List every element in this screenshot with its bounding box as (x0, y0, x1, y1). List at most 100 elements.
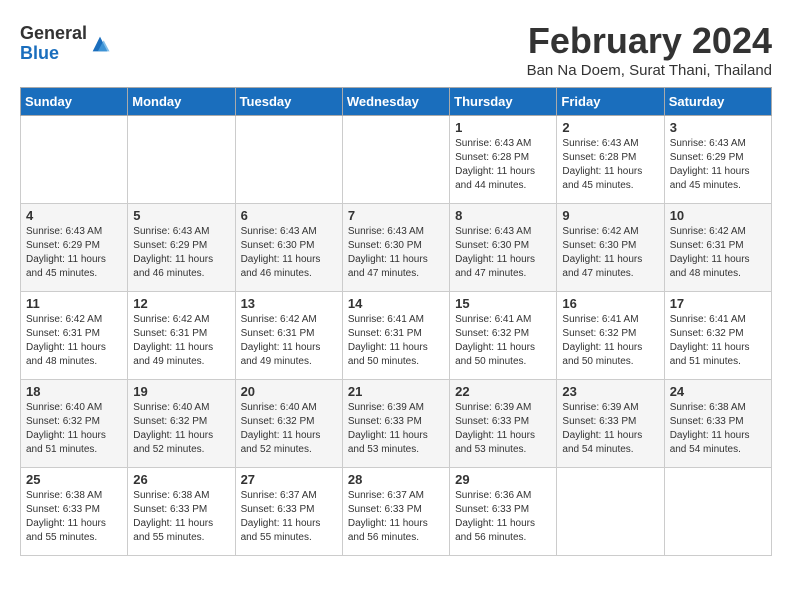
logo-general-text: General (20, 24, 87, 44)
calendar-day-cell: 21 Sunrise: 6:39 AM Sunset: 6:33 PM Dayli… (342, 380, 449, 468)
day-number: 24 (670, 384, 766, 399)
calendar-day-cell: 24 Sunrise: 6:38 AM Sunset: 6:33 PM Dayli… (664, 380, 771, 468)
day-info: Sunrise: 6:42 AM Sunset: 6:31 PM Dayligh… (133, 313, 229, 369)
weekday-header-cell: Tuesday (235, 88, 342, 116)
weekday-header-cell: Saturday (664, 88, 771, 116)
day-info: Sunrise: 6:40 AM Sunset: 6:32 PM Dayligh… (26, 401, 122, 457)
calendar-day-cell: 18 Sunrise: 6:40 AM Sunset: 6:32 PM Dayli… (21, 380, 128, 468)
calendar-day-cell: 5Sunrise: 6:43 AM Sunset: 6:29 PM Daylig… (128, 204, 235, 292)
day-info: Sunrise: 6:40 AM Sunset: 6:32 PM Dayligh… (133, 401, 229, 457)
day-number: 18 (26, 384, 122, 399)
day-info: Sunrise: 6:43 AM Sunset: 6:28 PM Dayligh… (455, 137, 551, 193)
day-number: 11 (26, 296, 122, 311)
day-number: 21 (348, 384, 444, 399)
calendar-day-cell: 12 Sunrise: 6:42 AM Sunset: 6:31 PM Dayli… (128, 292, 235, 380)
calendar-day-cell: 15 Sunrise: 6:41 AM Sunset: 6:32 PM Dayli… (450, 292, 557, 380)
day-info: Sunrise: 6:39 AM Sunset: 6:33 PM Dayligh… (455, 401, 551, 457)
day-number: 1 (455, 120, 551, 135)
calendar-table: SundayMondayTuesdayWednesdayThursdayFrid… (20, 87, 772, 556)
calendar-week-row: 25 Sunrise: 6:38 AM Sunset: 6:33 PM Dayli… (21, 468, 772, 556)
day-number: 17 (670, 296, 766, 311)
calendar-day-cell: 22 Sunrise: 6:39 AM Sunset: 6:33 PM Dayli… (450, 380, 557, 468)
day-info: Sunrise: 6:43 AM Sunset: 6:28 PM Dayligh… (562, 137, 658, 193)
day-number: 23 (562, 384, 658, 399)
day-info: Sunrise: 6:40 AM Sunset: 6:32 PM Dayligh… (241, 401, 337, 457)
location-title: Ban Na Doem, Surat Thani, Thailand (527, 62, 772, 79)
calendar-day-cell (664, 468, 771, 556)
weekday-header-row: SundayMondayTuesdayWednesdayThursdayFrid… (21, 88, 772, 116)
day-info: Sunrise: 6:43 AM Sunset: 6:30 PM Dayligh… (455, 225, 551, 281)
day-number: 28 (348, 472, 444, 487)
calendar-day-cell: 14 Sunrise: 6:41 AM Sunset: 6:31 PM Dayli… (342, 292, 449, 380)
calendar-body: 1 Sunrise: 6:43 AM Sunset: 6:28 PM Daylig… (21, 116, 772, 556)
calendar-day-cell: 19 Sunrise: 6:40 AM Sunset: 6:32 PM Dayli… (128, 380, 235, 468)
calendar-day-cell: 7Sunrise: 6:43 AM Sunset: 6:30 PM Daylig… (342, 204, 449, 292)
day-info: Sunrise: 6:42 AM Sunset: 6:31 PM Dayligh… (26, 313, 122, 369)
day-number: 25 (26, 472, 122, 487)
logo: General Blue (20, 24, 111, 64)
calendar-day-cell: 27 Sunrise: 6:37 AM Sunset: 6:33 PM Dayli… (235, 468, 342, 556)
calendar-day-cell: 3 Sunrise: 6:43 AM Sunset: 6:29 PM Daylig… (664, 116, 771, 204)
day-number: 27 (241, 472, 337, 487)
day-number: 6 (241, 208, 337, 223)
calendar-day-cell: 8Sunrise: 6:43 AM Sunset: 6:30 PM Daylig… (450, 204, 557, 292)
calendar-day-cell (342, 116, 449, 204)
day-info: Sunrise: 6:41 AM Sunset: 6:32 PM Dayligh… (562, 313, 658, 369)
day-number: 19 (133, 384, 229, 399)
day-info: Sunrise: 6:36 AM Sunset: 6:33 PM Dayligh… (455, 489, 551, 545)
weekday-header-cell: Friday (557, 88, 664, 116)
month-title: February 2024 (527, 20, 772, 62)
calendar-day-cell: 25 Sunrise: 6:38 AM Sunset: 6:33 PM Dayli… (21, 468, 128, 556)
calendar-day-cell (557, 468, 664, 556)
day-info: Sunrise: 6:37 AM Sunset: 6:33 PM Dayligh… (348, 489, 444, 545)
day-info: Sunrise: 6:42 AM Sunset: 6:31 PM Dayligh… (241, 313, 337, 369)
day-number: 9 (562, 208, 658, 223)
calendar-week-row: 4 Sunrise: 6:43 AM Sunset: 6:29 PM Daylig… (21, 204, 772, 292)
calendar-day-cell: 29 Sunrise: 6:36 AM Sunset: 6:33 PM Dayli… (450, 468, 557, 556)
day-info: Sunrise: 6:41 AM Sunset: 6:31 PM Dayligh… (348, 313, 444, 369)
day-number: 20 (241, 384, 337, 399)
day-number: 4 (26, 208, 122, 223)
calendar-day-cell: 17Sunrise: 6:41 AM Sunset: 6:32 PM Dayli… (664, 292, 771, 380)
day-number: 26 (133, 472, 229, 487)
calendar-day-cell: 6Sunrise: 6:43 AM Sunset: 6:30 PM Daylig… (235, 204, 342, 292)
calendar-day-cell: 9 Sunrise: 6:42 AM Sunset: 6:30 PM Daylig… (557, 204, 664, 292)
day-number: 10 (670, 208, 766, 223)
day-number: 5 (133, 208, 229, 223)
calendar-day-cell (21, 116, 128, 204)
calendar-day-cell: 26Sunrise: 6:38 AM Sunset: 6:33 PM Dayli… (128, 468, 235, 556)
day-info: Sunrise: 6:43 AM Sunset: 6:30 PM Dayligh… (348, 225, 444, 281)
day-info: Sunrise: 6:39 AM Sunset: 6:33 PM Dayligh… (348, 401, 444, 457)
day-info: Sunrise: 6:41 AM Sunset: 6:32 PM Dayligh… (455, 313, 551, 369)
weekday-header-cell: Thursday (450, 88, 557, 116)
weekday-header-cell: Wednesday (342, 88, 449, 116)
day-info: Sunrise: 6:42 AM Sunset: 6:30 PM Dayligh… (562, 225, 658, 281)
weekday-header-cell: Sunday (21, 88, 128, 116)
day-number: 14 (348, 296, 444, 311)
calendar-day-cell: 2Sunrise: 6:43 AM Sunset: 6:28 PM Daylig… (557, 116, 664, 204)
calendar-day-cell: 28 Sunrise: 6:37 AM Sunset: 6:33 PM Dayli… (342, 468, 449, 556)
calendar-day-cell: 13 Sunrise: 6:42 AM Sunset: 6:31 PM Dayli… (235, 292, 342, 380)
calendar-day-cell: 1 Sunrise: 6:43 AM Sunset: 6:28 PM Daylig… (450, 116, 557, 204)
day-info: Sunrise: 6:38 AM Sunset: 6:33 PM Dayligh… (26, 489, 122, 545)
calendar-week-row: 18 Sunrise: 6:40 AM Sunset: 6:32 PM Dayli… (21, 380, 772, 468)
calendar-week-row: 1 Sunrise: 6:43 AM Sunset: 6:28 PM Daylig… (21, 116, 772, 204)
day-number: 22 (455, 384, 551, 399)
calendar-day-cell: 20 Sunrise: 6:40 AM Sunset: 6:32 PM Dayli… (235, 380, 342, 468)
weekday-header-cell: Monday (128, 88, 235, 116)
day-info: Sunrise: 6:43 AM Sunset: 6:29 PM Dayligh… (670, 137, 766, 193)
day-number: 29 (455, 472, 551, 487)
day-number: 3 (670, 120, 766, 135)
day-info: Sunrise: 6:37 AM Sunset: 6:33 PM Dayligh… (241, 489, 337, 545)
day-number: 12 (133, 296, 229, 311)
logo-icon (89, 33, 111, 55)
title-area: February 2024 Ban Na Doem, Surat Thani, … (527, 20, 772, 79)
calendar-day-cell: 4 Sunrise: 6:43 AM Sunset: 6:29 PM Daylig… (21, 204, 128, 292)
day-number: 13 (241, 296, 337, 311)
calendar-day-cell: 16 Sunrise: 6:41 AM Sunset: 6:32 PM Dayli… (557, 292, 664, 380)
day-info: Sunrise: 6:43 AM Sunset: 6:29 PM Dayligh… (26, 225, 122, 281)
day-number: 16 (562, 296, 658, 311)
day-info: Sunrise: 6:38 AM Sunset: 6:33 PM Dayligh… (670, 401, 766, 457)
day-info: Sunrise: 6:42 AM Sunset: 6:31 PM Dayligh… (670, 225, 766, 281)
day-number: 15 (455, 296, 551, 311)
